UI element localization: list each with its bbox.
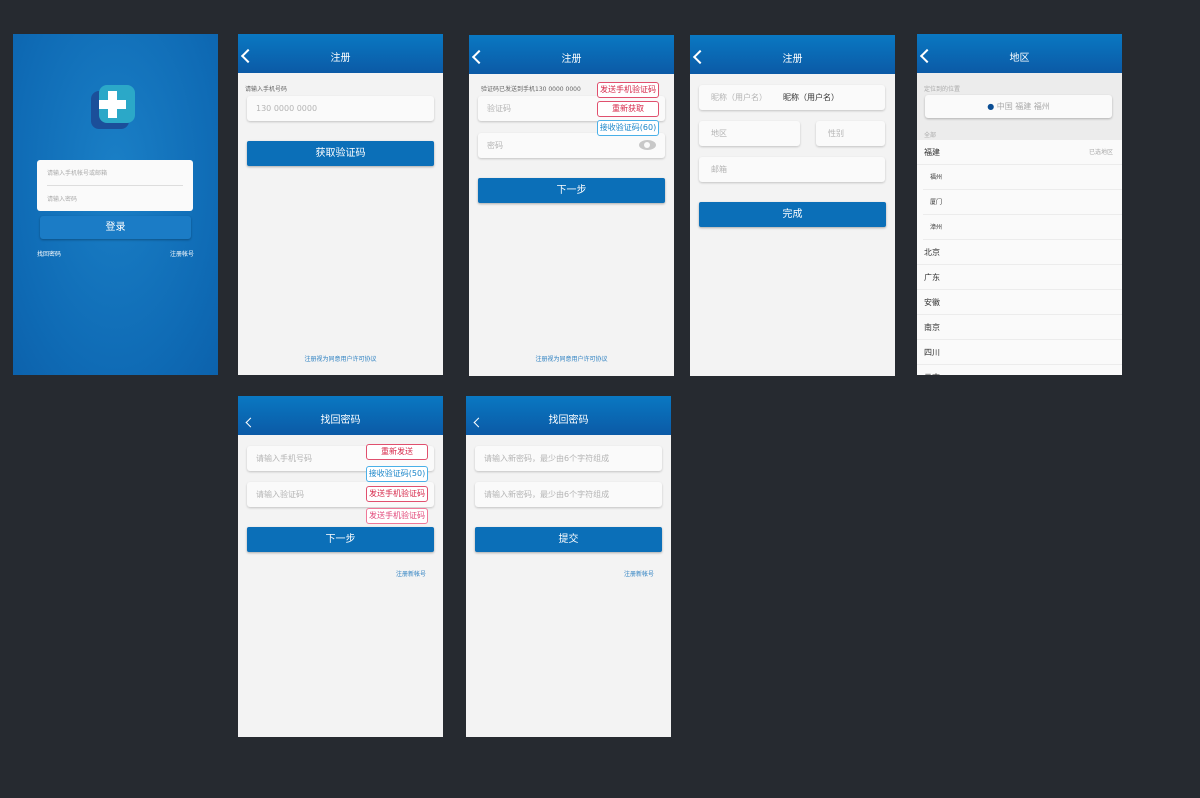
app-logo-icon xyxy=(91,85,135,129)
region-item[interactable]: 安徽 xyxy=(917,290,1122,315)
gender-input[interactable]: 性别 xyxy=(816,121,885,146)
submit-button[interactable]: 提交 xyxy=(475,527,662,552)
region-item[interactable]: 福州 xyxy=(923,165,1122,190)
login-screen: 请输入手机帐号或邮箱 请输入密码 登录 找回密码 注册帐号 xyxy=(13,34,218,375)
send-code-tag-pressed[interactable]: 发送手机验证码 xyxy=(366,508,428,524)
register-link[interactable]: 注册新帐号 xyxy=(624,569,654,578)
register-phone-screen: 注册 请输入手机号码 130 0000 0000 获取验证码 注册视为同意用户许… xyxy=(238,34,443,375)
location-pin-icon: ● xyxy=(987,102,995,111)
resend-tag[interactable]: 重新获取 xyxy=(597,101,659,117)
eye-icon[interactable] xyxy=(639,140,656,150)
forgot-password-reset-screen: 找回密码 请输入新密码，最少由6个字符组成 请输入新密码，最少由6个字符组成 提… xyxy=(466,396,671,737)
header: 注册 xyxy=(238,34,443,73)
region-item[interactable]: 广东 xyxy=(917,265,1122,290)
login-button[interactable]: 登录 xyxy=(40,216,191,239)
register-profile-screen: 注册 昵称（用户名） 昵称（用户名） 地区 性别 邮箱 完成 xyxy=(690,35,895,376)
agreement-link[interactable]: 注册视为同意用户许可协议 xyxy=(238,354,443,363)
selected-hint: 已选地区 xyxy=(1088,149,1113,156)
register-verify-screen: 注册 验证码已发送到手机130 0000 0000 验证码 密码 发送手机验证码… xyxy=(469,35,674,376)
page-title: 地区 xyxy=(1009,53,1030,64)
page-title: 注册 xyxy=(782,54,803,65)
countdown-tag: 接收验证码(60) xyxy=(597,120,659,136)
send-code-tag[interactable]: 发送手机验证码 xyxy=(597,82,659,98)
login-form: 请输入手机帐号或邮箱 请输入密码 xyxy=(37,160,193,211)
divider xyxy=(47,185,183,186)
located-value: 中国 福建 福州 xyxy=(996,102,1050,111)
region-item[interactable]: 云南 xyxy=(917,365,1122,375)
region-item[interactable]: 四川 xyxy=(917,340,1122,365)
back-icon[interactable] xyxy=(240,48,256,64)
region-item-fujian[interactable]: 福建 已选地区 xyxy=(917,140,1122,165)
located-location-button[interactable]: ● 中国 福建 福州 xyxy=(925,95,1112,118)
countdown-tag: 接收验证码(50) xyxy=(366,466,428,482)
back-icon[interactable] xyxy=(471,49,487,65)
get-code-button[interactable]: 获取验证码 xyxy=(247,141,434,166)
done-button[interactable]: 完成 xyxy=(699,202,886,227)
header: 找回密码 xyxy=(238,396,443,435)
register-link[interactable]: 注册帐号 xyxy=(170,249,194,258)
password-input[interactable]: 密码 xyxy=(478,133,665,158)
nickname-input[interactable]: 昵称（用户名） 昵称（用户名） xyxy=(699,85,885,110)
new-password-input[interactable]: 请输入新密码，最少由6个字符组成 xyxy=(475,446,662,471)
next-button[interactable]: 下一步 xyxy=(247,527,434,552)
back-icon[interactable] xyxy=(692,49,708,65)
all-label: 全部 xyxy=(924,132,937,139)
region-item[interactable]: 厦门 xyxy=(923,190,1122,215)
phone-input[interactable]: 130 0000 0000 xyxy=(247,96,434,121)
back-icon[interactable] xyxy=(919,48,935,64)
forgot-password-link[interactable]: 找回密码 xyxy=(37,249,61,258)
back-icon[interactable] xyxy=(473,417,484,428)
header: 找回密码 xyxy=(466,396,671,435)
email-input[interactable]: 邮箱 xyxy=(699,157,885,182)
account-input[interactable]: 请输入手机帐号或邮箱 xyxy=(47,168,107,177)
send-code-tag[interactable]: 发送手机验证码 xyxy=(366,486,428,502)
region-item[interactable]: 南京 xyxy=(917,315,1122,340)
page-title: 注册 xyxy=(561,54,582,65)
nickname-value: 昵称（用户名） xyxy=(783,93,839,102)
page-title: 找回密码 xyxy=(320,415,361,426)
sent-info: 验证码已发送到手机130 0000 0000 xyxy=(481,86,581,93)
phone-label: 请输入手机号码 xyxy=(245,86,288,93)
page-title: 找回密码 xyxy=(548,415,589,426)
forgot-password-verify-screen: 找回密码 请输入手机号码 请输入验证码 重新发送 接收验证码(50) 发送手机验… xyxy=(238,396,443,737)
nickname-label: 昵称（用户名） xyxy=(711,93,767,102)
region-list: 福建已选地区 福州 厦门 漳州 北京 广东 安徽 南京 四川 云南 xyxy=(917,140,1122,375)
next-button[interactable]: 下一步 xyxy=(478,178,665,203)
page-title: 注册 xyxy=(330,53,351,64)
region-item[interactable]: 北京 xyxy=(917,240,1122,265)
located-label: 定位到的位置 xyxy=(924,86,961,93)
region-screen: 地区 定位到的位置 ● 中国 福建 福州 全部 福建 已选地区 福州 厦门 漳州 … xyxy=(917,34,1122,375)
header: 注册 xyxy=(690,35,895,74)
confirm-password-input[interactable]: 请输入新密码，最少由6个字符组成 xyxy=(475,482,662,507)
register-link[interactable]: 注册新帐号 xyxy=(396,569,426,578)
password-input[interactable]: 请输入密码 xyxy=(47,194,77,203)
region-input[interactable]: 地区 xyxy=(699,121,800,146)
back-icon[interactable] xyxy=(245,417,256,428)
resend-tag[interactable]: 重新发送 xyxy=(366,444,428,460)
header: 注册 xyxy=(469,35,674,74)
header: 地区 xyxy=(917,34,1122,73)
agreement-link[interactable]: 注册视为同意用户许可协议 xyxy=(469,354,674,363)
region-item[interactable]: 漳州 xyxy=(923,215,1122,240)
